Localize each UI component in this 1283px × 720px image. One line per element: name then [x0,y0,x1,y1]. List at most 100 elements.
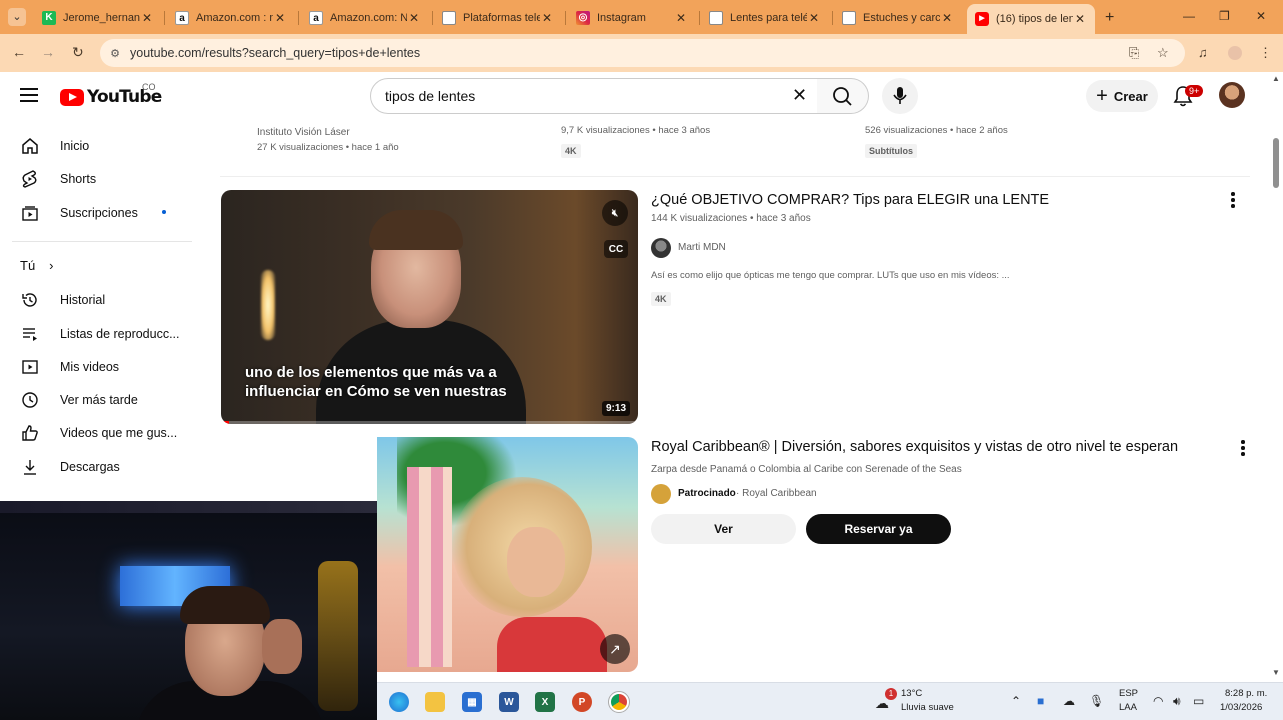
scroll-down-icon[interactable]: ▼ [1272,668,1280,677]
mic-icon[interactable]: 🎙︎ [1089,694,1104,708]
channel-name[interactable]: Instituto Visión Láser [257,127,350,138]
windows-taskbar: ▦ W X P ☁ 1 13°C Lluvia suave ⌃ ■ ☁ 🎙︎ E… [377,682,1283,720]
avatar[interactable] [1219,82,1245,108]
back-icon[interactable]: ← [12,44,26,60]
tab-estuches[interactable]: Estuches y carca ✕ [834,5,962,31]
close-icon[interactable]: ✕ [540,11,554,25]
sidebar-item-label: Suscripciones [60,206,138,220]
new-tab-button[interactable]: + [1105,9,1114,27]
tab-youtube-active[interactable]: ▶ (16) tipos de len ✕ [967,4,1095,34]
sidebar-you-section[interactable]: Tú › [20,258,54,273]
book-now-button[interactable]: Reservar ya [806,514,951,544]
close-icon[interactable]: ✕ [940,11,954,25]
restore-icon[interactable]: ❐ [1219,9,1230,23]
browser-menu-icon[interactable]: ⋮ [1259,45,1272,61]
sidebar-item-liked[interactable]: Videos que me gus... [12,416,190,450]
chevron-up-icon[interactable]: ⌃ [1011,694,1021,708]
site-info-icon[interactable]: ⚙ [100,47,130,60]
volume-icon[interactable]: 🔊︎ [1173,694,1181,709]
external-link-icon[interactable]: ↗ [600,634,630,664]
video-thumbnail[interactable]: 🔇︎ CC uno de los elementos que más va a … [221,190,638,424]
sidebar-item-shorts[interactable]: Shorts [12,162,190,196]
page-scrollbar[interactable]: ▲ ▼ [1270,72,1283,682]
close-icon[interactable]: ✕ [273,11,287,25]
close-icon[interactable]: ✕ [1073,12,1087,26]
tab-lentes[interactable]: Lentes para telé ✕ [701,5,829,31]
chrome-icon[interactable] [608,691,630,713]
tab-instagram[interactable]: ◎ Instagram ✕ [568,5,696,31]
forward-icon[interactable]: → [41,44,55,60]
video-title[interactable]: ¿Qué OBJETIVO COMPRAR? Tips para ELEGIR … [651,192,1049,208]
tab-jerome[interactable]: K Jerome_hernand ✕ [34,5,162,31]
channel-avatar[interactable] [651,238,671,258]
media-controls-icon[interactable]: ♫ [1198,45,1208,60]
channel-name[interactable]: Marti MDN [678,242,726,253]
tab-amazon-1[interactable]: a Amazon.com : n ✕ [167,5,295,31]
bookmark-star-icon[interactable]: ☆ [1157,45,1169,61]
create-button[interactable]: + Crear [1086,80,1158,112]
sidebar-item-listas[interactable]: Listas de reproducc... [12,317,190,351]
mute-icon[interactable]: 🔇︎ [602,200,628,226]
close-window-icon[interactable]: ✕ [1256,9,1266,23]
minimize-icon[interactable]: — [1183,9,1195,23]
clock-date[interactable]: 1/03/2026 [1220,702,1262,713]
tray-app-icon[interactable]: ■ [1037,694,1044,708]
excel-icon[interactable]: X [535,692,555,712]
tab-search-icon[interactable]: ⌄ [8,8,26,26]
wifi-icon[interactable]: ◠ [1153,694,1163,708]
sidebar-item-label: Videos que me gus... [60,426,178,440]
close-icon[interactable]: ✕ [140,11,154,25]
word-icon[interactable]: W [499,692,519,712]
sidebar-item-descargas[interactable]: Descargas [12,450,190,484]
weather-description[interactable]: Lluvia suave [901,702,954,713]
sidebar-item-mis-videos[interactable]: Mis videos [12,350,190,384]
region[interactable]: LAA [1119,702,1137,713]
address-bar[interactable]: ⚙ youtube.com/results?search_query=tipos… [100,39,1185,67]
sidebar-item-historial[interactable]: Historial [12,283,190,317]
clock-time[interactable]: 8:28 p. m. [1225,688,1267,699]
battery-icon[interactable]: ▭ [1193,694,1204,708]
close-icon[interactable]: ✕ [674,11,688,25]
close-icon[interactable]: ✕ [807,11,821,25]
tab-amazon-2[interactable]: a Amazon.com: NE ✕ [301,5,429,31]
advertiser-avatar[interactable] [651,484,671,504]
store-icon[interactable]: ▦ [462,692,482,712]
tab-label: Estuches y carca [863,12,940,24]
video-meta: 526 visualizaciones • hace 2 años [865,125,1008,136]
search-input[interactable]: tipos de lentes [370,78,818,114]
tab-plataformas[interactable]: Plataformas tele ✕ [434,5,562,31]
file-explorer-icon[interactable] [425,692,445,712]
voice-search-button[interactable] [882,78,918,114]
install-app-icon[interactable]: ⎘ [1129,45,1139,61]
language[interactable]: ESP [1119,688,1138,699]
ad-title[interactable]: Royal Caribbean® | Diversión, sabores ex… [651,439,1178,455]
scroll-thumb[interactable] [1273,138,1279,188]
sidebar-item-inicio[interactable]: Inicio [12,129,190,163]
sidebar-item-suscripciones[interactable]: Suscripciones [12,196,190,230]
sidebar-item-ver-mas-tarde[interactable]: Ver más tarde [12,383,190,417]
profile-icon[interactable] [1228,46,1242,60]
search-button[interactable] [817,78,869,114]
closed-captions-icon[interactable]: CC [604,240,628,258]
playback-progress[interactable] [221,421,638,424]
edge-icon[interactable] [389,692,409,712]
reload-icon[interactable]: ↻ [72,44,84,61]
close-icon[interactable]: ✕ [407,11,421,25]
youtube-icon: ▶ [975,12,989,26]
advertiser-name[interactable]: · Royal Caribbean [736,488,817,499]
search-icon [833,87,852,106]
powerpoint-icon[interactable]: P [572,692,592,712]
tab-label: Amazon.com : n [196,12,273,24]
k-icon: K [42,11,56,25]
more-actions-icon[interactable] [1241,440,1245,458]
menu-icon[interactable] [20,88,38,102]
more-actions-icon[interactable] [1231,192,1235,210]
clear-search-icon[interactable]: ✕ [792,85,807,105]
caption-line: influenciar en Cómo se ven nuestras [245,383,507,400]
cloud-icon[interactable]: ☁ [1063,694,1075,708]
video-meta: 144 K visualizaciones • hace 3 años [651,213,811,224]
view-button[interactable]: Ver [651,514,796,544]
temperature[interactable]: 13°C [901,688,922,699]
ad-thumbnail[interactable]: ↗ [377,437,638,672]
scroll-up-icon[interactable]: ▲ [1272,74,1280,83]
